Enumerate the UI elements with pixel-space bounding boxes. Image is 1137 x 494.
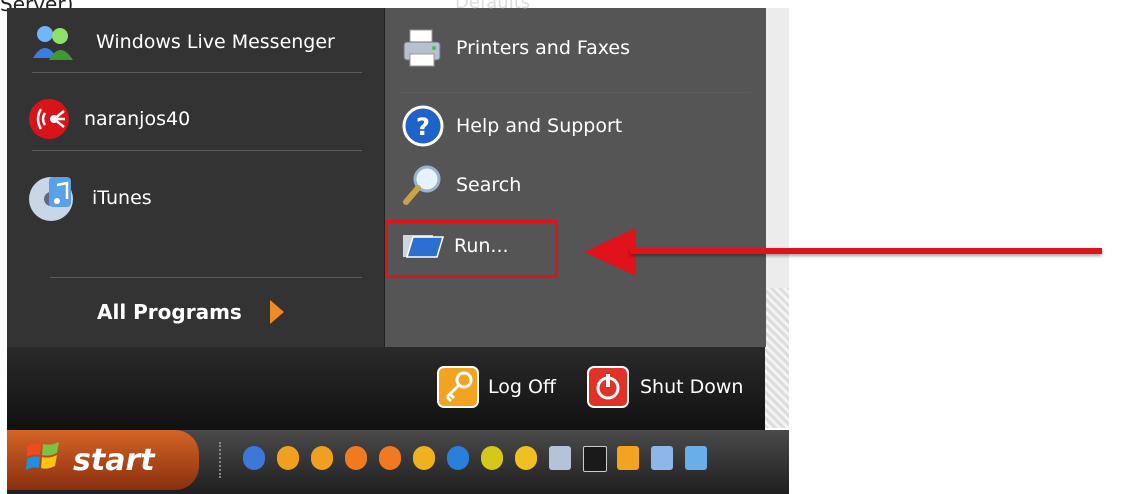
shut-down-button[interactable]: Shut Down <box>586 365 743 409</box>
all-programs-button[interactable]: All Programs <box>97 300 284 324</box>
menu-item-label: Printers and Faxes <box>456 37 631 59</box>
all-programs-label: All Programs <box>97 300 242 324</box>
menu-item-label: iTunes <box>92 187 152 209</box>
itunes-icon <box>26 170 76 226</box>
red-arrow-line <box>630 248 1102 254</box>
menu-item-label: Search <box>456 174 522 196</box>
divider <box>50 277 362 278</box>
tray-app-icon[interactable] <box>685 446 707 470</box>
windows-live-messenger-icon <box>26 22 78 62</box>
printer-icon <box>400 26 446 70</box>
tray-app-icon[interactable] <box>311 446 333 470</box>
menu-item-label: Defaults <box>455 0 531 13</box>
tray-app-icon[interactable] <box>651 446 673 470</box>
taskbar-separator <box>219 442 225 478</box>
log-off-label: Log Off <box>488 376 557 398</box>
menu-item-label: Help and Support <box>456 115 623 137</box>
command-prompt-icon[interactable] <box>583 446 607 472</box>
tray-app-icon[interactable] <box>345 446 367 470</box>
menu-item-label: Windows Live Messenger <box>96 31 335 53</box>
red-arrow-head <box>584 228 636 276</box>
divider <box>32 72 362 73</box>
naranjos40-icon <box>26 96 72 142</box>
background-hatch <box>765 288 789 428</box>
power-icon <box>586 365 630 409</box>
key-icon <box>436 365 480 409</box>
start-button[interactable]: start <box>7 430 199 490</box>
menu-item-printers-and-faxes[interactable]: Printers and Faxes <box>400 26 630 70</box>
divider <box>32 150 362 151</box>
tray-app-icon[interactable] <box>481 446 503 470</box>
tray-app-icon[interactable] <box>379 446 401 470</box>
menu-item-help-and-support[interactable]: ? Help and Support <box>400 104 622 148</box>
arrow-right-icon <box>269 300 284 324</box>
taskbar: start <box>7 430 789 494</box>
tray-app-icon[interactable] <box>277 446 299 470</box>
menu-item-search[interactable]: Search <box>400 162 521 208</box>
divider <box>398 92 750 93</box>
search-icon <box>400 162 446 208</box>
menu-item-label: naranjos40 <box>84 108 191 130</box>
internet-explorer-icon[interactable] <box>447 446 469 470</box>
highlight-box <box>385 220 558 278</box>
tray-app-icon[interactable] <box>243 446 265 470</box>
menu-item-naranjos40[interactable]: naranjos40 <box>26 96 190 142</box>
log-off-button[interactable]: Log Off <box>436 365 556 409</box>
start-label: start <box>73 442 155 478</box>
help-icon: ? <box>400 104 446 148</box>
key-icon[interactable] <box>617 446 639 470</box>
tray-app-icon[interactable] <box>515 446 537 470</box>
menu-item-itunes[interactable]: iTunes <box>26 170 152 226</box>
shut-down-label: Shut Down <box>640 376 744 398</box>
tray-app-icon[interactable] <box>413 446 435 470</box>
calculator-icon[interactable] <box>549 446 571 470</box>
menu-item-windows-live-messenger[interactable]: Windows Live Messenger <box>26 22 335 62</box>
windows-logo-icon <box>25 440 61 480</box>
svg-text:?: ? <box>416 113 430 141</box>
menu-item-defaults-partial[interactable]: Defaults <box>455 0 530 13</box>
